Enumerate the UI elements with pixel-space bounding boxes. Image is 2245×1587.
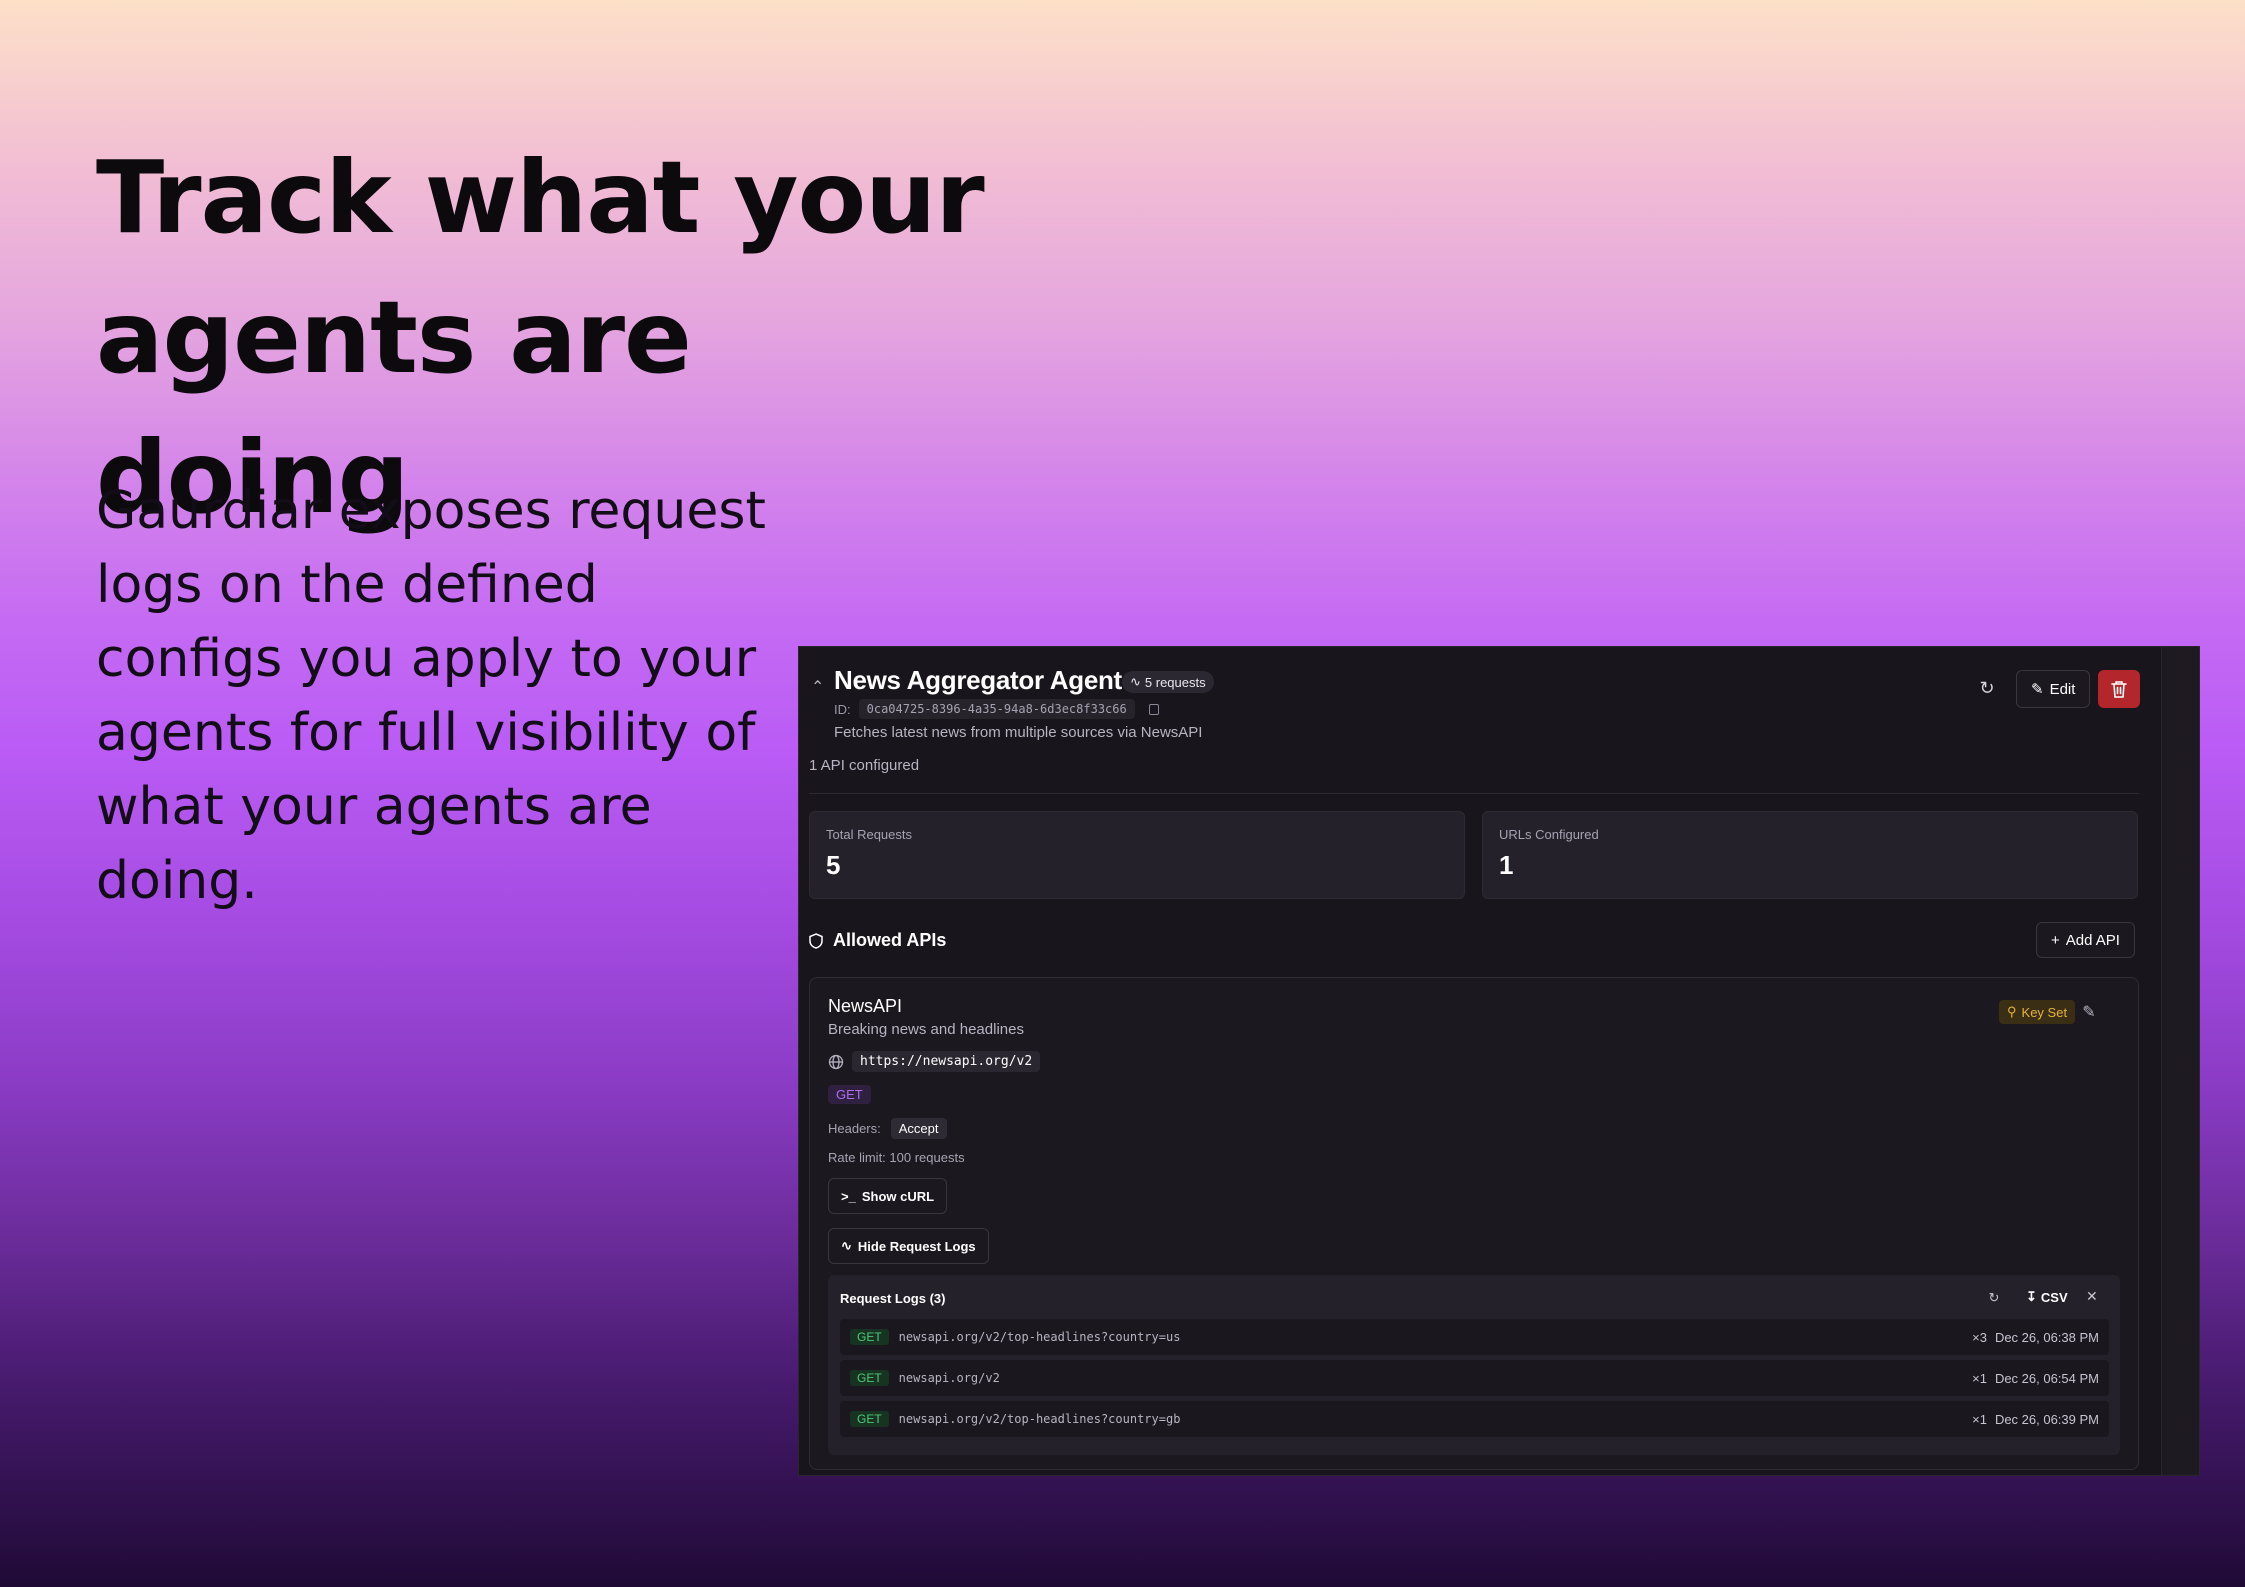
api-description: Breaking news and headlines xyxy=(828,1021,1024,1038)
log-method: GET xyxy=(850,1370,889,1386)
key-icon: ⚲ xyxy=(2007,1004,2017,1019)
agent-description: Fetches latest news from multiple source… xyxy=(834,724,1203,741)
add-api-button[interactable]: + Add API xyxy=(2036,922,2135,958)
log-url: newsapi.org/v2/top-headlines?country=gb xyxy=(898,1412,1181,1426)
log-row[interactable]: GET newsapi.org/v2/top-headlines?country… xyxy=(840,1401,2109,1437)
csv-export-button[interactable]: ↧ CSV xyxy=(2026,1289,2068,1305)
rate-limit: Rate limit: 100 requests xyxy=(828,1150,965,1165)
log-row[interactable]: GET newsapi.org/v2/top-headlines?country… xyxy=(840,1319,2109,1355)
divider xyxy=(809,793,2139,794)
log-time: Dec 26, 06:54 PM xyxy=(1994,1370,2099,1386)
refresh-icon: ↻ xyxy=(1988,1290,2000,1305)
allowed-apis-heading: Allowed APIs xyxy=(809,930,946,951)
log-time: Dec 26, 06:38 PM xyxy=(1994,1329,2099,1345)
key-set-badge: ⚲ Key Set xyxy=(1999,1000,2076,1024)
trash-icon xyxy=(2111,681,2127,698)
log-time: Dec 26, 06:39 PM xyxy=(1994,1411,2099,1427)
download-icon: ↧ xyxy=(2026,1289,2037,1304)
stat-value: 1 xyxy=(1499,850,1514,880)
copy-icon[interactable] xyxy=(1148,703,1159,715)
requests-badge-label: 5 requests xyxy=(1144,674,1206,690)
agent-id-label: ID: xyxy=(834,701,851,717)
log-count: ×1 xyxy=(1972,1370,1987,1386)
log-method: GET xyxy=(850,1411,889,1427)
method-tag: GET xyxy=(828,1085,871,1104)
log-meta: ×1 Dec 26, 06:54 PM xyxy=(1972,1371,2099,1386)
log-meta: ×3 Dec 26, 06:38 PM xyxy=(1972,1330,2099,1345)
stat-label: URLs Configured xyxy=(1499,827,1599,842)
shield-icon xyxy=(809,932,823,949)
request-logs-panel: Request Logs (3) ↻ ↧ CSV ✕ GET newsapi.o… xyxy=(828,1275,2120,1455)
show-curl-button[interactable]: >_ Show cURL xyxy=(828,1178,948,1214)
header-chip: Accept xyxy=(890,1118,947,1139)
scrollbar-rail[interactable] xyxy=(2161,647,2199,1475)
plus-icon: + xyxy=(2051,931,2060,949)
headers-label: Headers: xyxy=(828,1121,881,1136)
requests-badge: ∿ 5 requests xyxy=(1122,671,1214,693)
terminal-icon: >_ xyxy=(841,1188,856,1204)
delete-button[interactable] xyxy=(2098,670,2140,708)
hero-body: Gaurdiar exposes request logs on the def… xyxy=(96,481,766,911)
stat-urls-configured: URLs Configured 1 xyxy=(1482,811,2138,899)
show-curl-label: Show cURL xyxy=(861,1188,935,1204)
request-logs-title: Request Logs (3) xyxy=(840,1291,946,1306)
log-count: ×1 xyxy=(1972,1411,1987,1427)
add-api-label: Add API xyxy=(2065,931,2120,949)
activity-icon: ∿ xyxy=(841,1238,852,1253)
refresh-button[interactable]: ↻ xyxy=(1973,674,2001,702)
collapse-chevron-icon[interactable]: ⌃ xyxy=(811,677,824,697)
log-url: newsapi.org/v2/top-headlines?country=us xyxy=(898,1330,1181,1344)
agent-title: News Aggregator Agent xyxy=(834,665,1122,695)
edit-button-label: Edit xyxy=(2049,680,2076,698)
api-url: https://newsapi.org/v2 xyxy=(852,1051,1041,1072)
hide-request-logs-button[interactable]: ∿ Hide Request Logs xyxy=(828,1228,989,1264)
stat-total-requests: Total Requests 5 xyxy=(809,811,1465,899)
refresh-icon: ↻ xyxy=(1979,677,1995,698)
pencil-icon: ✎ xyxy=(2031,681,2044,698)
log-method: GET xyxy=(850,1329,889,1345)
logs-refresh-button[interactable]: ↻ xyxy=(1985,1289,2003,1307)
edit-api-button[interactable]: ✎ xyxy=(2079,1002,2099,1022)
close-icon[interactable]: ✕ xyxy=(2086,1288,2098,1305)
api-name: NewsAPI xyxy=(828,996,903,1016)
activity-icon: ∿ xyxy=(1130,674,1141,689)
allowed-apis-title: Allowed APIs xyxy=(833,930,947,950)
agent-id-value: 0ca04725-8396-4a35-94a8-6d3ec8f33c66 xyxy=(858,699,1135,719)
api-card: NewsAPI Breaking news and headlines http… xyxy=(809,977,2139,1470)
pencil-icon: ✎ xyxy=(2082,1004,2096,1021)
csv-label: CSV xyxy=(2040,1289,2068,1305)
api-url-row: https://newsapi.org/v2 xyxy=(828,1051,1041,1072)
log-row[interactable]: GET newsapi.org/v2 ×1 Dec 26, 06:54 PM xyxy=(840,1360,2109,1396)
log-count: ×3 xyxy=(1972,1329,1987,1345)
headers-row: Headers: Accept xyxy=(828,1118,947,1139)
api-count: 1 API configured xyxy=(809,757,920,774)
edit-button[interactable]: ✎ Edit xyxy=(2016,670,2091,708)
hide-logs-label: Hide Request Logs xyxy=(857,1238,976,1254)
stat-label: Total Requests xyxy=(826,827,912,842)
agent-panel: ⌃ News Aggregator Agent ∿ 5 requests ID:… xyxy=(798,646,2200,1476)
stat-value: 5 xyxy=(826,850,841,880)
log-meta: ×1 Dec 26, 06:39 PM xyxy=(1972,1412,2099,1427)
globe-icon xyxy=(828,1054,844,1069)
agent-id-row: ID: 0ca04725-8396-4a35-94a8-6d3ec8f33c66 xyxy=(834,699,1159,719)
log-url: newsapi.org/v2 xyxy=(898,1371,1000,1385)
key-set-label: Key Set xyxy=(2021,1004,2068,1020)
